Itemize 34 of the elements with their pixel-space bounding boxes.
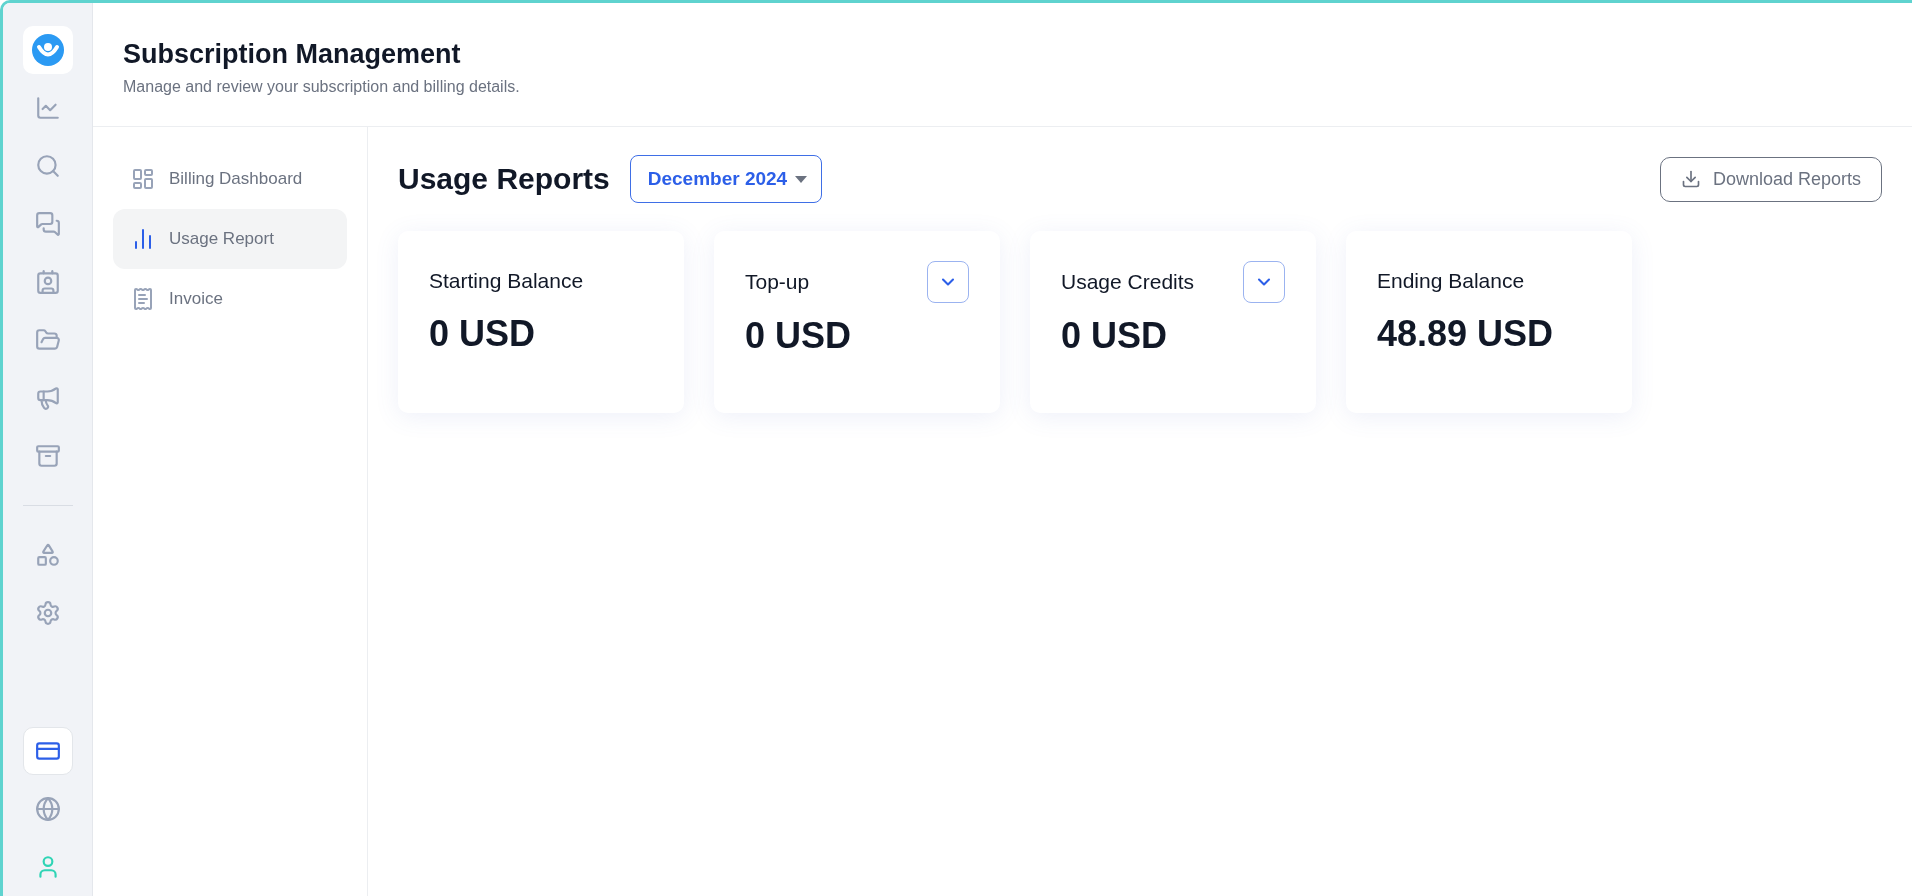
subnav-item[interactable]: Billing Dashboard xyxy=(113,149,347,209)
dashboard-icon xyxy=(131,167,155,191)
card-value: 48.89 USD xyxy=(1377,313,1555,355)
folder-icon xyxy=(34,327,61,353)
card-label: Ending Balance xyxy=(1377,269,1525,293)
archive-box-icon xyxy=(34,443,61,469)
chart-line-icon xyxy=(34,95,61,121)
rail-button[interactable] xyxy=(22,727,73,775)
card-label: Top-up xyxy=(745,270,810,294)
contact-card-icon xyxy=(34,269,61,295)
shapes-icon xyxy=(34,542,61,568)
caret-icon xyxy=(795,175,808,183)
page-title: Subscription Management xyxy=(123,39,462,70)
card-label: Starting Balance xyxy=(429,269,584,293)
card-value: 0 USD xyxy=(429,313,537,355)
download-button[interactable]: Download Reports xyxy=(1659,156,1882,202)
expand-button[interactable] xyxy=(927,261,969,303)
card-value: 0 USD xyxy=(1061,315,1169,357)
search-icon xyxy=(34,153,61,179)
settings-icon xyxy=(34,600,61,626)
card-value: 0 USD xyxy=(745,315,853,357)
period-dropdown[interactable]: December 2024 xyxy=(629,155,823,203)
card-label: Usage Credits xyxy=(1061,270,1195,294)
download-icon xyxy=(1680,169,1701,189)
logo-button[interactable] xyxy=(22,26,73,74)
page-subtitle: Manage and review your subscription and billing details. xyxy=(123,78,521,96)
megaphone-icon xyxy=(34,385,61,411)
chat-bubbles-icon xyxy=(34,211,61,237)
section-title: Usage Reports xyxy=(398,162,610,196)
receipt-icon xyxy=(131,287,155,311)
subnav-item[interactable]: Usage Report xyxy=(113,209,347,269)
subnav-item[interactable]: Invoice xyxy=(113,269,347,329)
globe-icon xyxy=(34,796,61,822)
expand-button[interactable] xyxy=(1243,261,1285,303)
